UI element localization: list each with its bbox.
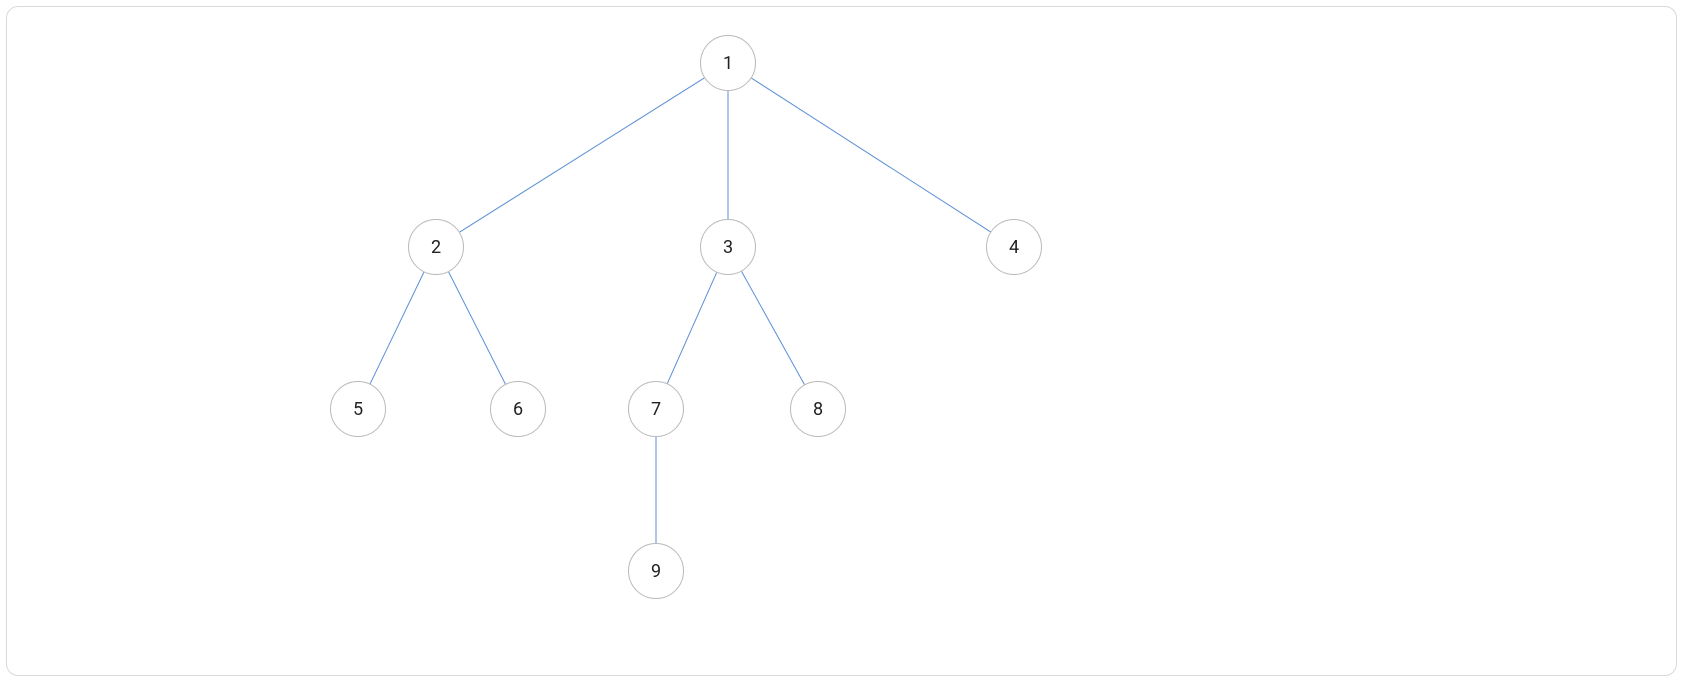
tree-edge xyxy=(449,272,506,384)
tree-edge xyxy=(742,271,805,384)
tree-node-label: 3 xyxy=(723,237,733,258)
tree-node-label: 9 xyxy=(651,561,661,582)
tree-node: 5 xyxy=(330,381,386,437)
tree-node: 2 xyxy=(408,219,464,275)
tree-node-label: 6 xyxy=(513,399,523,420)
tree-node: 7 xyxy=(628,381,684,437)
tree-edge xyxy=(752,78,991,232)
tree-node: 9 xyxy=(628,543,684,599)
tree-node: 8 xyxy=(790,381,846,437)
tree-node-label: 4 xyxy=(1009,237,1019,258)
tree-node: 1 xyxy=(700,35,756,91)
tree-node-label: 5 xyxy=(353,399,363,420)
tree-node: 4 xyxy=(986,219,1042,275)
tree-node: 6 xyxy=(490,381,546,437)
tree-node: 3 xyxy=(700,219,756,275)
tree-node-label: 8 xyxy=(813,399,823,420)
tree-edge xyxy=(370,272,424,384)
tree-edges-layer xyxy=(7,7,1678,677)
tree-node-label: 1 xyxy=(723,53,733,74)
tree-node-label: 2 xyxy=(431,237,441,258)
tree-edge xyxy=(460,78,705,232)
tree-edge xyxy=(667,273,716,384)
diagram-frame: 1 2 3 4 5 6 7 8 9 xyxy=(6,6,1677,676)
tree-node-label: 7 xyxy=(651,399,661,420)
